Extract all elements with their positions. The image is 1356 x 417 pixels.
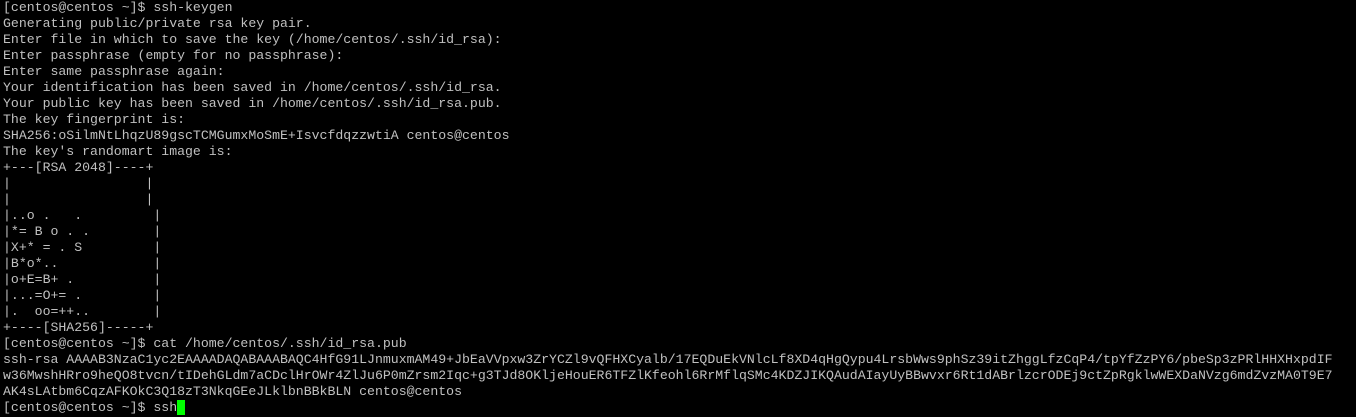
terminal-window[interactable]: [centos@centos ~]$ ssh-keygen Generating … bbox=[0, 0, 1356, 417]
terminal-line: |...=O+= . | bbox=[3, 288, 162, 303]
terminal-line: | | bbox=[3, 192, 154, 207]
terminal-line: Enter file in which to save the key (/ho… bbox=[3, 32, 502, 47]
terminal-line: Your identification has been saved in /h… bbox=[3, 80, 502, 95]
terminal-line: The key's randomart image is: bbox=[3, 144, 233, 159]
terminal-line: |B*o*.. | bbox=[3, 256, 162, 271]
terminal-line: Your public key has been saved in /home/… bbox=[3, 96, 502, 111]
terminal-line: +---[RSA 2048]----+ bbox=[3, 160, 154, 175]
terminal-line: ssh-rsa AAAAB3NzaC1yc2EAAAADAQABAAABAQC4… bbox=[3, 352, 1333, 367]
terminal-line: |*= B o . . | bbox=[3, 224, 162, 239]
terminal-line: [centos@centos ~]$ cat /home/centos/.ssh… bbox=[3, 336, 407, 351]
terminal-prompt-line[interactable]: [centos@centos ~]$ ssh bbox=[3, 400, 1356, 416]
terminal-line: +----[SHA256]-----+ bbox=[3, 320, 154, 335]
terminal-line: AK4sLAtbm6CqzAFKOkC3Q18zT3NkqGEeJLklbnBB… bbox=[3, 384, 462, 399]
terminal-output: [centos@centos ~]$ ssh-keygen Generating … bbox=[3, 0, 1356, 400]
shell-prompt: [centos@centos ~]$ bbox=[3, 400, 154, 415]
terminal-line: |o+E=B+ . | bbox=[3, 272, 162, 287]
terminal-line: | | bbox=[3, 176, 154, 191]
terminal-line: Generating public/private rsa key pair. bbox=[3, 16, 312, 31]
terminal-line: Enter same passphrase again: bbox=[3, 64, 225, 79]
terminal-line: Enter passphrase (empty for no passphras… bbox=[3, 48, 344, 63]
terminal-line: w36MwshHRro9heQO8tvcn/tIDehGLdm7aCDclHrO… bbox=[3, 368, 1333, 383]
terminal-line: [centos@centos ~]$ ssh-keygen bbox=[3, 0, 233, 15]
text-cursor bbox=[177, 400, 186, 415]
terminal-line: |..o . . | bbox=[3, 208, 162, 223]
command-input[interactable]: ssh bbox=[153, 400, 177, 415]
terminal-line: SHA256:oSilmNtLhqzU89gscTCMGumxMoSmE+Isv… bbox=[3, 128, 510, 143]
terminal-line: |X+* = . S | bbox=[3, 240, 162, 255]
terminal-line: The key fingerprint is: bbox=[3, 112, 186, 127]
terminal-line: |. oo=++.. | bbox=[3, 304, 162, 319]
